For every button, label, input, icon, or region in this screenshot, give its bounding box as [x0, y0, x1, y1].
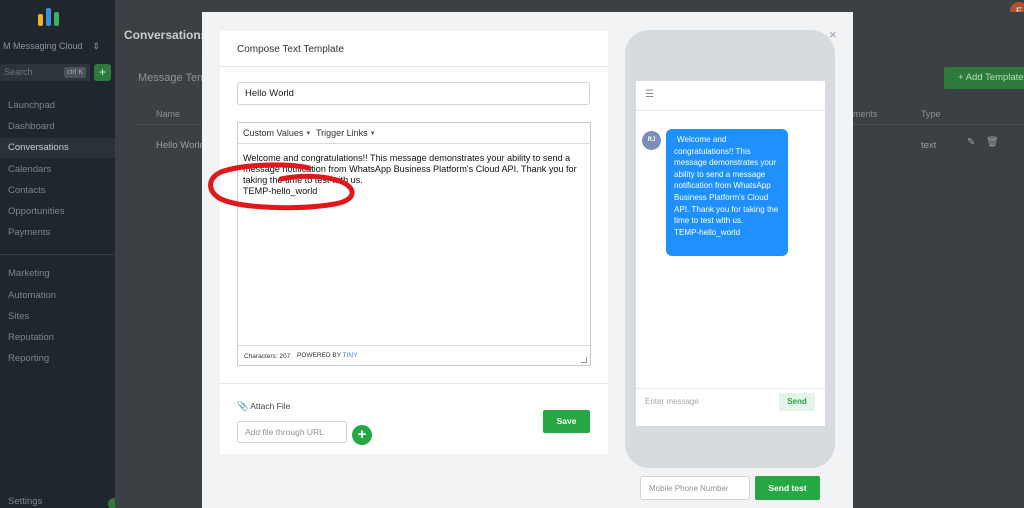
tiny-link[interactable]: TINY: [343, 352, 358, 359]
sidebar-item-reporting[interactable]: Reporting: [0, 349, 115, 369]
trigger-links-label: Trigger Links: [316, 128, 368, 138]
bubble-template-tag: TEMP-hello_world: [674, 227, 741, 237]
sidebar-item-contacts[interactable]: Contacts: [0, 181, 115, 201]
caret-down-icon: ▼: [369, 131, 376, 137]
sidebar-item-reputation[interactable]: Reputation: [0, 328, 115, 348]
resize-handle[interactable]: [581, 357, 587, 363]
add-template-button[interactable]: + Add Template: [944, 67, 1024, 89]
sidebar-divider: [0, 254, 115, 255]
editor-statusbar: Characters: 207 POWERED BY TINY: [238, 345, 590, 366]
sidebar-item-conversations[interactable]: Conversations: [0, 138, 115, 158]
send-button[interactable]: Send: [779, 393, 815, 411]
sidebar-search[interactable]: Search ctrl K: [0, 64, 90, 81]
account-switcher[interactable]: M Messaging Cloud ⇕: [0, 38, 110, 54]
trigger-links-dropdown[interactable]: Trigger Links ▼: [316, 128, 376, 138]
bubble-text: Welcome and congratulations!! This messa…: [674, 135, 779, 226]
hamburger-menu-icon[interactable]: ☰: [645, 90, 654, 100]
send-test-button[interactable]: Send test: [755, 476, 820, 500]
custom-values-dropdown[interactable]: Custom Values ▼: [243, 128, 311, 138]
modal-title: Compose Text Template: [237, 44, 344, 55]
sidebar-item-payments[interactable]: Payments: [0, 223, 115, 243]
rich-text-editor[interactable]: Custom Values ▼ Trigger Links ▼ Welcome an…: [237, 122, 591, 366]
column-header-comments: ments: [853, 109, 878, 119]
editor-paragraph: Welcome and congratulations!! This messa…: [243, 153, 577, 185]
column-header-type: Type: [921, 109, 941, 119]
editor-content[interactable]: Welcome and congratulations!! This messa…: [243, 153, 585, 197]
sidebar-item-opportunities[interactable]: Opportunities: [0, 202, 115, 222]
save-button[interactable]: Save: [543, 410, 590, 433]
sidebar-item-sites[interactable]: Sites: [0, 307, 115, 327]
page-title: Conversations: [124, 28, 208, 42]
sidebar-item-calendars[interactable]: Calendars: [0, 160, 115, 180]
browser-top-strip: [0, 0, 1024, 12]
file-url-input[interactable]: [237, 421, 347, 443]
card-divider: [220, 66, 608, 67]
template-name-input[interactable]: [237, 82, 590, 105]
trash-icon[interactable]: 🗑: [986, 137, 999, 148]
message-bubble: Welcome and congratulations!! This messa…: [666, 129, 788, 256]
table-cell-type: text: [921, 140, 937, 151]
column-header-name: Name: [156, 109, 181, 119]
attach-file-link[interactable]: 📎 Attach File: [237, 401, 290, 412]
search-placeholder: Search: [4, 67, 33, 77]
character-count: Characters: 207: [244, 353, 291, 360]
edit-icon[interactable]: ✎: [967, 137, 975, 148]
message-input[interactable]: Enter message: [645, 397, 699, 406]
powered-by: POWERED BY TINY: [297, 352, 357, 359]
screen-divider: [636, 110, 825, 111]
chevron-updown-icon: ⇕: [92, 41, 100, 51]
editor-toolbar: Custom Values ▼ Trigger Links ▼: [238, 123, 590, 144]
composer-divider: [636, 388, 825, 389]
sidebar-item-launchpad[interactable]: Launchpad: [0, 96, 115, 116]
sidebar-item-dashboard[interactable]: Dashboard: [0, 117, 115, 137]
sidebar-item-settings[interactable]: Settings: [0, 492, 115, 508]
table-cell-name[interactable]: Hello World: [156, 140, 205, 151]
powered-by-label: POWERED BY: [297, 352, 341, 359]
card-divider: [220, 383, 608, 384]
editor-template-tag: TEMP-hello_world: [243, 186, 318, 196]
sender-avatar: RJ: [642, 131, 661, 150]
attach-file-label: Attach File: [250, 401, 291, 411]
custom-values-label: Custom Values: [243, 128, 304, 138]
mobile-phone-input[interactable]: [640, 476, 750, 500]
paperclip-icon: 📎: [237, 401, 249, 411]
add-url-button[interactable]: +: [352, 425, 372, 445]
caret-down-icon: ▼: [305, 131, 312, 137]
sidebar-item-automation[interactable]: Automation: [0, 286, 115, 306]
brand-logo: [36, 8, 62, 26]
account-name: M Messaging Cloud: [3, 41, 83, 51]
sidebar: M Messaging Cloud ⇕ Search ctrl K + Laun…: [0, 0, 115, 508]
sidebar-item-marketing[interactable]: Marketing: [0, 264, 115, 284]
search-shortcut: ctrl K: [64, 67, 86, 78]
quick-add-icon[interactable]: +: [94, 64, 111, 81]
